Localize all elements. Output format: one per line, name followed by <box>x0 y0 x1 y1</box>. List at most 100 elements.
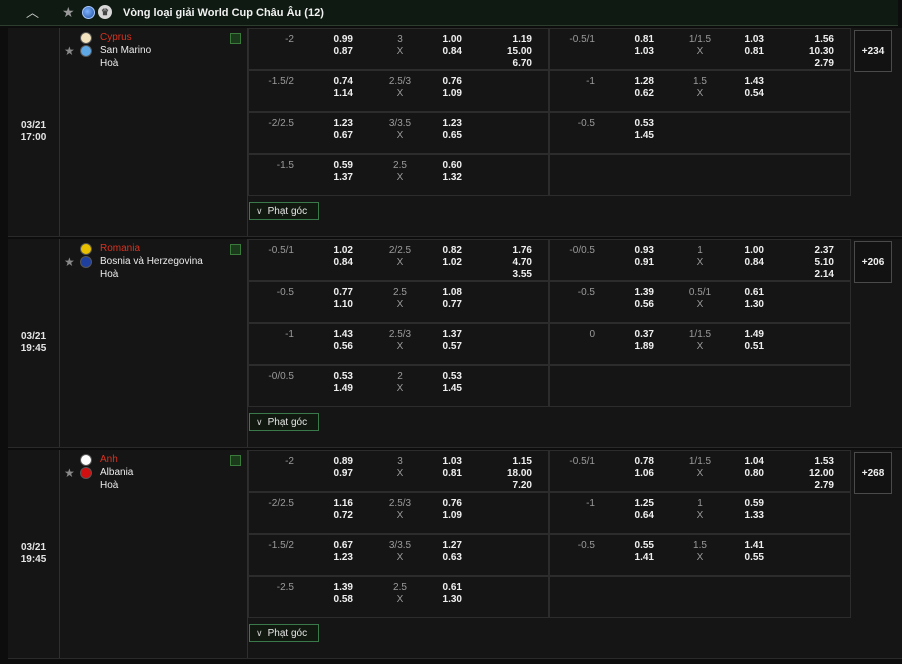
handicap-odds-away-2[interactable]: 0.64 <box>614 510 654 522</box>
handicap-odds-home-2[interactable]: 0.78 <box>614 456 654 468</box>
stats-icon[interactable] <box>230 33 241 44</box>
total-odds-over[interactable]: 1.37 <box>422 329 462 341</box>
handicap-odds-home[interactable]: 1.43 <box>313 329 353 341</box>
second-half-1x2-odds[interactable]: 2.14 <box>790 269 834 281</box>
first-half-1x2-odds[interactable]: 4.70 <box>488 257 532 269</box>
handicap-odds-home-2[interactable]: 0.53 <box>614 118 654 130</box>
handicap-odds-away-2[interactable]: 1.45 <box>614 130 654 142</box>
first-half-1x2-odds[interactable]: 1.76 <box>488 245 532 257</box>
total-odds-under[interactable]: 1.09 <box>422 88 462 100</box>
stats-icon[interactable] <box>230 455 241 466</box>
handicap-odds-away[interactable]: 1.14 <box>313 88 353 100</box>
total-odds-over[interactable]: 1.08 <box>422 287 462 299</box>
total-odds-over[interactable]: 0.76 <box>422 498 462 510</box>
away-team-name[interactable]: San Marino <box>100 45 151 57</box>
handicap-odds-away-2[interactable]: 1.41 <box>614 552 654 564</box>
favorite-star-icon[interactable]: ★ <box>64 44 75 58</box>
total-odds-under[interactable]: 1.02 <box>422 257 462 269</box>
star-icon[interactable]: ★ <box>62 5 75 19</box>
handicap-odds-home-2[interactable]: 1.39 <box>614 287 654 299</box>
favorite-star-icon[interactable]: ★ <box>64 255 75 269</box>
more-markets-button[interactable]: +234 <box>854 30 892 72</box>
handicap-odds-away[interactable]: 0.67 <box>313 130 353 142</box>
total-odds-under[interactable]: 1.32 <box>422 172 462 184</box>
total-odds-over[interactable]: 0.82 <box>422 245 462 257</box>
second-half-1x2-odds[interactable]: 5.10 <box>790 257 834 269</box>
total-odds-over-2[interactable]: 1.41 <box>724 540 764 552</box>
total-odds-over-2[interactable]: 0.61 <box>724 287 764 299</box>
total-odds-over[interactable]: 0.61 <box>422 582 462 594</box>
second-half-1x2-odds[interactable]: 2.37 <box>790 245 834 257</box>
first-half-1x2-odds[interactable]: 18.00 <box>488 468 532 480</box>
handicap-odds-away[interactable]: 1.23 <box>313 552 353 564</box>
total-odds-over[interactable]: 0.76 <box>422 76 462 88</box>
handicap-odds-home-2[interactable]: 1.28 <box>614 76 654 88</box>
total-odds-under[interactable]: 0.63 <box>422 552 462 564</box>
handicap-odds-away[interactable]: 0.58 <box>313 594 353 606</box>
total-odds-under[interactable]: 1.45 <box>422 383 462 395</box>
league-header[interactable]: ︿ ★ ♛ Vòng loại giải World Cup Châu Âu (… <box>0 0 898 26</box>
handicap-odds-home[interactable]: 1.16 <box>313 498 353 510</box>
corner-kicks-button[interactable]: ∨ Phạt góc <box>249 624 319 642</box>
total-odds-under[interactable]: 1.09 <box>422 510 462 522</box>
handicap-odds-home[interactable]: 0.89 <box>313 456 353 468</box>
total-odds-under-2[interactable]: 0.55 <box>724 552 764 564</box>
total-odds-under-2[interactable]: 1.33 <box>724 510 764 522</box>
handicap-odds-home[interactable]: 0.59 <box>313 160 353 172</box>
handicap-odds-home[interactable]: 0.99 <box>313 34 353 46</box>
handicap-odds-away[interactable]: 0.87 <box>313 46 353 58</box>
handicap-odds-home-2[interactable]: 0.55 <box>614 540 654 552</box>
first-half-1x2-odds[interactable]: 6.70 <box>488 58 532 70</box>
total-odds-over-2[interactable]: 1.04 <box>724 456 764 468</box>
handicap-odds-home[interactable]: 0.53 <box>313 371 353 383</box>
favorite-star-icon[interactable]: ★ <box>64 466 75 480</box>
second-half-1x2-odds[interactable]: 1.53 <box>790 456 834 468</box>
total-odds-over-2[interactable]: 1.03 <box>724 34 764 46</box>
total-odds-under[interactable]: 1.30 <box>422 594 462 606</box>
handicap-odds-away[interactable]: 0.84 <box>313 257 353 269</box>
total-odds-over[interactable]: 0.53 <box>422 371 462 383</box>
second-half-1x2-odds[interactable]: 12.00 <box>790 468 834 480</box>
total-odds-under-2[interactable]: 1.30 <box>724 299 764 311</box>
total-odds-under[interactable]: 0.77 <box>422 299 462 311</box>
first-half-1x2-odds[interactable]: 1.19 <box>488 34 532 46</box>
total-odds-under-2[interactable]: 0.51 <box>724 341 764 353</box>
handicap-odds-home[interactable]: 0.77 <box>313 287 353 299</box>
handicap-odds-away-2[interactable]: 0.62 <box>614 88 654 100</box>
stats-icon[interactable] <box>230 244 241 255</box>
handicap-odds-away-2[interactable]: 0.91 <box>614 257 654 269</box>
total-odds-under[interactable]: 0.84 <box>422 46 462 58</box>
first-half-1x2-odds[interactable]: 7.20 <box>488 480 532 492</box>
home-team-name[interactable]: Cyprus <box>100 32 132 44</box>
handicap-odds-home[interactable]: 0.67 <box>313 540 353 552</box>
total-odds-over-2[interactable]: 1.43 <box>724 76 764 88</box>
away-team-name[interactable]: Albania <box>100 467 133 479</box>
handicap-odds-away[interactable]: 0.97 <box>313 468 353 480</box>
more-markets-button[interactable]: +268 <box>854 452 892 494</box>
total-odds-over[interactable]: 0.60 <box>422 160 462 172</box>
handicap-odds-home[interactable]: 1.02 <box>313 245 353 257</box>
total-odds-under-2[interactable]: 0.84 <box>724 257 764 269</box>
second-half-1x2-odds[interactable]: 1.56 <box>790 34 834 46</box>
handicap-odds-home[interactable]: 1.39 <box>313 582 353 594</box>
handicap-odds-away[interactable]: 1.10 <box>313 299 353 311</box>
total-odds-over[interactable]: 1.03 <box>422 456 462 468</box>
first-half-1x2-odds[interactable]: 15.00 <box>488 46 532 58</box>
second-half-1x2-odds[interactable]: 2.79 <box>790 58 834 70</box>
first-half-1x2-odds[interactable]: 3.55 <box>488 269 532 281</box>
total-odds-over-2[interactable]: 1.49 <box>724 329 764 341</box>
handicap-odds-away-2[interactable]: 0.56 <box>614 299 654 311</box>
handicap-odds-away[interactable]: 1.49 <box>313 383 353 395</box>
handicap-odds-away-2[interactable]: 1.03 <box>614 46 654 58</box>
handicap-odds-home[interactable]: 1.23 <box>313 118 353 130</box>
away-team-name[interactable]: Bosnia và Herzegovina <box>100 256 203 268</box>
total-odds-under-2[interactable]: 0.80 <box>724 468 764 480</box>
handicap-odds-home-2[interactable]: 0.37 <box>614 329 654 341</box>
second-half-1x2-odds[interactable]: 10.30 <box>790 46 834 58</box>
handicap-odds-home-2[interactable]: 0.81 <box>614 34 654 46</box>
total-odds-under[interactable]: 0.65 <box>422 130 462 142</box>
handicap-odds-away-2[interactable]: 1.89 <box>614 341 654 353</box>
handicap-odds-away[interactable]: 0.56 <box>313 341 353 353</box>
handicap-odds-home-2[interactable]: 0.93 <box>614 245 654 257</box>
corner-kicks-button[interactable]: ∨ Phạt góc <box>249 413 319 431</box>
